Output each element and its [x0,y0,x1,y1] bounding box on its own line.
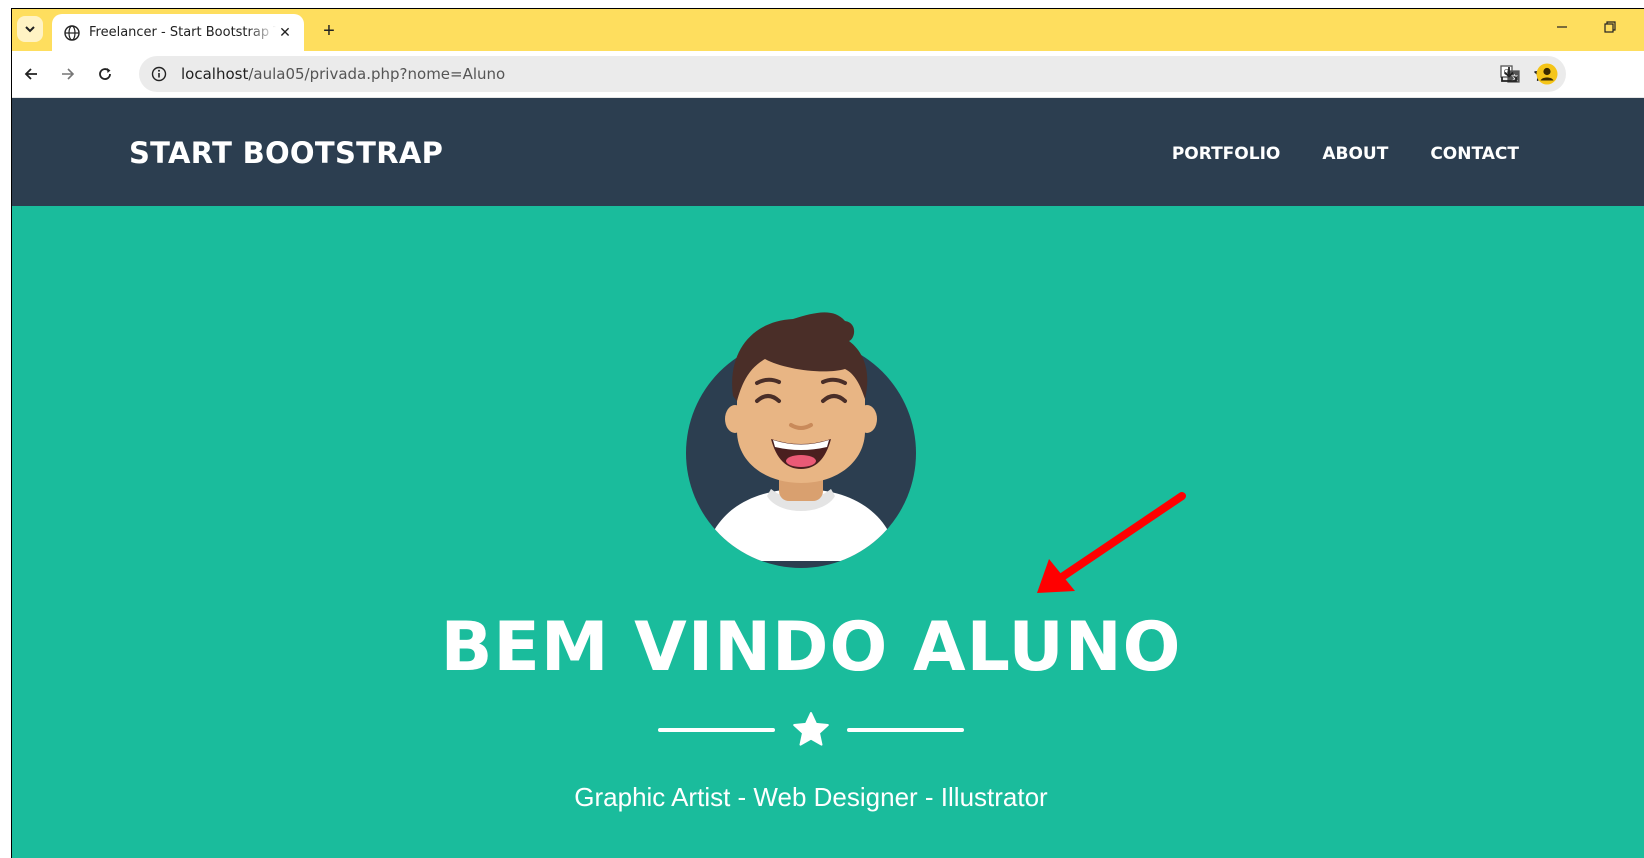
site-navbar: START BOOTSTRAP PORTFOLIO ABOUT CONTACT [12,98,1644,206]
red-arrow-annotation [1037,492,1186,593]
browser-toolbar: localhost/aula05/privada.php?nome=Aluno … [12,51,1644,98]
back-arrow-icon[interactable] [18,61,44,87]
plus-icon[interactable]: + [317,19,341,43]
url-path: /aula05/privada.php?nome=Aluno [248,65,506,83]
star-divider [12,709,1610,751]
url-host: localhost [181,65,249,83]
tab-strip: Freelancer - Start Bootstrap Theme ✕ + [12,9,1644,51]
forward-arrow-icon[interactable] [55,61,81,87]
active-tab[interactable]: Freelancer - Start Bootstrap Theme ✕ [52,14,304,51]
masthead-subheading: Graphic Artist - Web Designer - Illustra… [574,782,1048,812]
nav-link-about[interactable]: ABOUT [1322,144,1388,164]
site-brand-link[interactable]: START BOOTSTRAP [129,136,443,170]
nav-link-portfolio[interactable]: PORTFOLIO [1172,144,1281,164]
nav-links: PORTFOLIO ABOUT CONTACT [1172,144,1519,164]
divider-line-right [847,728,964,732]
url-text[interactable]: localhost/aula05/privada.php?nome=Aluno [181,56,505,92]
nav-link-contact[interactable]: CONTACT [1430,144,1519,164]
restore-icon[interactable] [1598,15,1622,39]
divider-line-left [658,728,775,732]
web-page: START BOOTSTRAP PORTFOLIO ABOUT CONTACT [12,98,1644,858]
minimize-icon[interactable] [1550,15,1574,39]
star-icon [790,709,832,751]
download-icon[interactable] [1497,62,1521,86]
profile-icon[interactable] [1535,62,1559,86]
browser-window: Freelancer - Start Bootstrap Theme ✕ + l… [11,8,1644,858]
tab-search-icon [25,26,35,33]
globe-icon [64,24,80,41]
address-bar[interactable]: localhost/aula05/privada.php?nome=Aluno … [139,56,1566,92]
masthead-heading: BEM VINDO ALUNO [440,608,1182,687]
reload-icon[interactable] [92,61,118,87]
masthead: BEM VINDO ALUNO Graphic Artist - Web Des… [12,206,1644,858]
site-info-icon[interactable] [147,62,171,86]
tab-search-button[interactable] [17,16,43,42]
tab-title: Freelancer - Start Bootstrap Theme [89,25,276,40]
avatar-illustration [686,312,916,568]
close-icon[interactable]: ✕ [276,24,294,42]
